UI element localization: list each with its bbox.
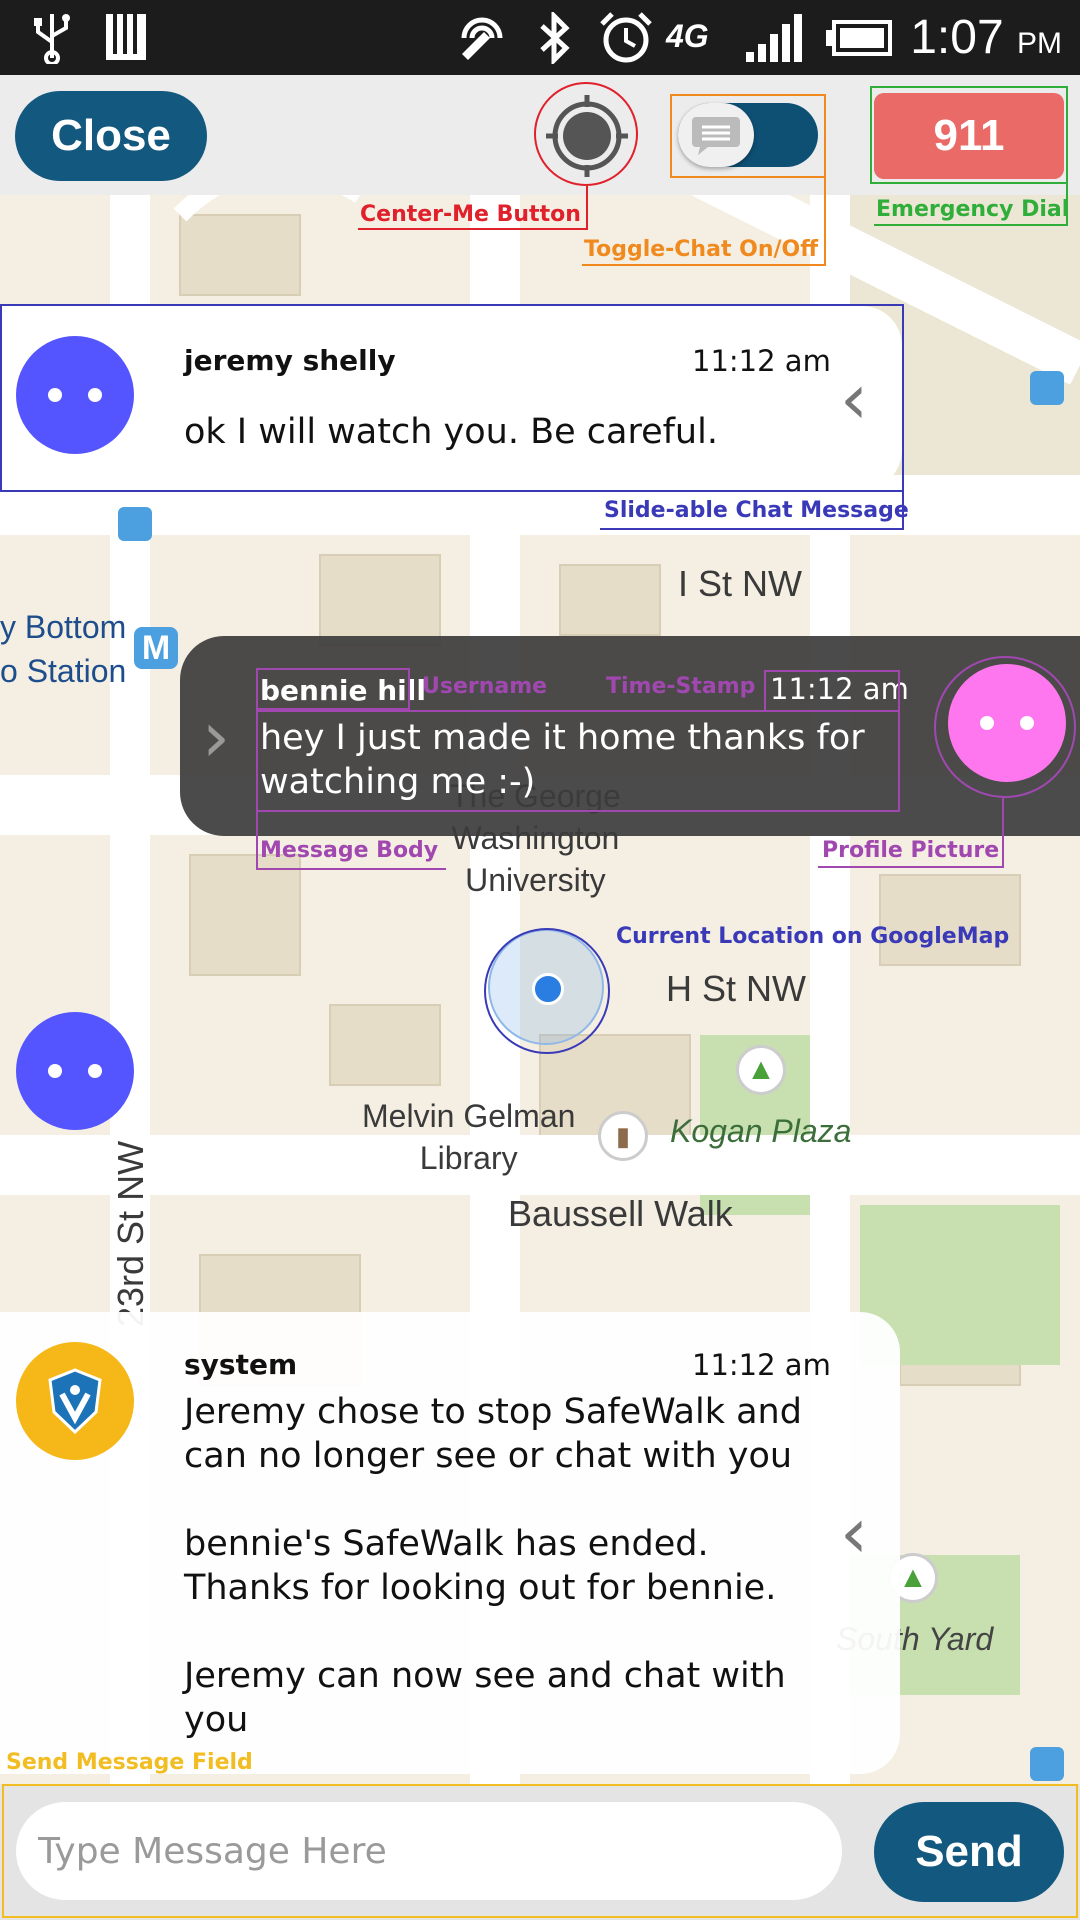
nfc-icon xyxy=(461,17,503,60)
bluetooth-icon xyxy=(540,12,570,64)
annotation-emergency-underline xyxy=(874,224,1068,226)
avatar-eye xyxy=(48,1064,62,1078)
map-label-foggy-1: y Bottom xyxy=(0,609,127,645)
annotation-profile-line xyxy=(1002,798,1004,868)
annotation-toggle-underline xyxy=(582,264,826,266)
signal-icon xyxy=(746,14,802,62)
shield-icon xyxy=(48,1368,102,1434)
bus-stop-icon xyxy=(1030,371,1064,405)
annotation-slideable-underline xyxy=(600,528,904,530)
annotation-username: Username xyxy=(422,674,548,699)
avatar-eye xyxy=(88,1064,102,1078)
annotation-profile-underline xyxy=(818,866,1004,868)
map-label-i-st: I St NW xyxy=(678,563,802,604)
metro-icon: M xyxy=(134,627,178,669)
annotation-body-line xyxy=(256,812,258,870)
annotation-location: Current Location on GoogleMap xyxy=(616,924,1010,949)
annotation-center-me-underline xyxy=(358,228,588,230)
map-label-kogan: Kogan Plaza xyxy=(670,1113,852,1149)
chevron-left-icon[interactable]: ‹ xyxy=(840,1498,868,1568)
chevron-right-icon[interactable]: › xyxy=(202,702,230,772)
annotation-location-ring xyxy=(484,928,610,1054)
annotation-timestamp: Time-Stamp xyxy=(606,674,756,699)
annotation-emergency: Emergency Dial xyxy=(876,197,1070,222)
annotation-toggle-line xyxy=(824,178,826,264)
map-label-foggy-bottom: y Bottom o Station xyxy=(0,605,126,693)
metro-letter: M xyxy=(141,629,171,667)
clock-ampm: PM xyxy=(1017,27,1062,60)
annotation-center-me: Center-Me Button xyxy=(360,202,581,227)
annotation-body-box xyxy=(256,710,900,812)
map-label-h-st: H St NW xyxy=(666,968,806,1009)
chat-message-system[interactable]: system 11:12 am Jeremy chose to stop Saf… xyxy=(0,1312,900,1774)
message-timestamp: 11:12 am xyxy=(692,1348,831,1382)
annotation-profile-box xyxy=(934,656,1076,798)
annotation-body: Message Body xyxy=(260,838,439,863)
bus-stop-icon xyxy=(118,507,152,541)
battery-icon xyxy=(826,20,892,56)
annotation-center-me-line xyxy=(586,186,588,228)
map-user-avatar[interactable] xyxy=(16,1012,134,1130)
message-body: Jeremy chose to stop SafeWalk and can no… xyxy=(184,1392,802,1740)
annotation-timestamp-box xyxy=(764,670,900,712)
network-type: 4G xyxy=(666,18,709,54)
sd-card-icon xyxy=(106,14,146,60)
system-logo xyxy=(16,1342,134,1460)
bus-stop-icon xyxy=(1030,1747,1064,1781)
message-username: system xyxy=(184,1348,298,1381)
library-icon: ▮ xyxy=(598,1111,648,1161)
usb-icon xyxy=(34,14,70,64)
annotation-toggle-box xyxy=(670,94,826,178)
map-label-gelman: Melvin Gelman Library xyxy=(362,1098,576,1176)
close-button[interactable]: Close xyxy=(15,91,207,181)
map-label-foggy-2: o Station xyxy=(0,653,127,689)
alarm-icon xyxy=(600,12,652,63)
annotation-emergency-box xyxy=(870,86,1068,184)
annotation-body-underline xyxy=(256,868,446,870)
map-label-baussell: Baussell Walk xyxy=(508,1193,733,1234)
annotation-slideable: Slide-able Chat Message xyxy=(604,498,909,523)
annotation-username-box xyxy=(256,668,410,710)
clock: 1:07 PM xyxy=(910,10,1062,65)
annotation-toggle: Toggle-Chat On/Off xyxy=(584,237,819,262)
map-label-23rd: 23rd St NW xyxy=(110,1140,151,1327)
park-icon: ▲ xyxy=(736,1045,786,1095)
clock-time: 1:07 xyxy=(910,11,1004,64)
annotation-profile: Profile Picture xyxy=(822,838,1000,863)
status-bar: 4G 1:07 PM xyxy=(0,0,1080,75)
annotation-slideable-box xyxy=(0,304,904,492)
annotation-send-field: Send Message Field xyxy=(6,1750,253,1775)
annotation-send-box xyxy=(2,1784,1078,1918)
annotation-center-me-box xyxy=(534,82,638,186)
